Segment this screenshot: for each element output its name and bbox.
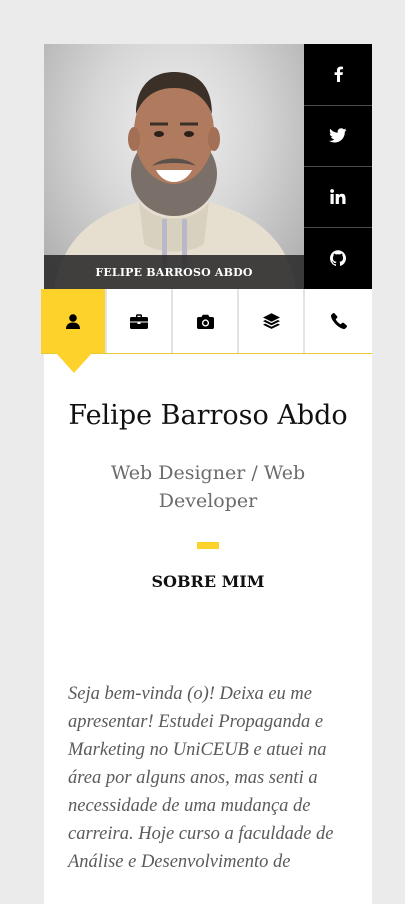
profile-header: FELIPE BARROSO ABDO — [44, 44, 372, 289]
about-title: SOBRE MIM — [151, 572, 265, 591]
profile-photo: FELIPE BARROSO ABDO — [44, 44, 304, 289]
active-tab-pointer — [56, 353, 92, 373]
linkedin-icon — [330, 189, 346, 204]
photo-caption: FELIPE BARROSO ABDO — [44, 255, 304, 289]
github-link[interactable] — [304, 227, 372, 287]
tab-contact[interactable] — [305, 289, 372, 353]
tab-portfolio[interactable] — [107, 289, 173, 353]
profile-name: Felipe Barroso Abdo — [68, 400, 348, 431]
twitter-icon — [329, 128, 347, 143]
briefcase-icon — [130, 313, 148, 329]
section-tabs — [41, 289, 372, 373]
tab-gallery[interactable] — [173, 289, 239, 353]
camera-icon — [196, 314, 214, 329]
twitter-link[interactable] — [304, 105, 372, 165]
person-illustration — [54, 72, 296, 289]
phone-icon — [330, 313, 347, 329]
social-links — [304, 44, 372, 289]
facebook-icon — [334, 66, 343, 82]
user-icon — [66, 313, 80, 329]
linkedin-link[interactable] — [304, 166, 372, 226]
accent-divider — [197, 542, 219, 549]
profile-card: FELIPE BARROSO ABDO Felipe Barroso Abdo … — [41, 44, 372, 904]
facebook-link[interactable] — [304, 44, 372, 104]
profile-role: Web Designer / Web Developer — [110, 462, 306, 512]
layers-icon — [262, 313, 280, 329]
tab-about[interactable] — [41, 289, 107, 353]
github-icon — [330, 249, 346, 266]
tab-resume[interactable] — [239, 289, 305, 353]
about-text: Seja bem-vinda (o)! Deixa eu me apresent… — [68, 684, 334, 872]
